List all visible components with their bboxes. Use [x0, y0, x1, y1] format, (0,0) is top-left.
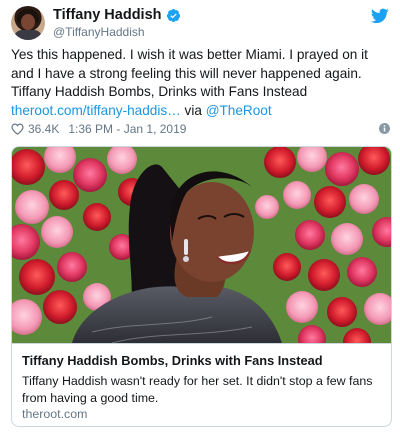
heart-icon[interactable] [11, 123, 24, 135]
tweet-header: Tiffany Haddish @TiffanyHaddish [11, 6, 391, 40]
author-display-name[interactable]: Tiffany Haddish [53, 7, 162, 23]
info-icon[interactable] [379, 123, 390, 134]
card-body[interactable]: Tiffany Haddish Bombs, Drinks with Fans … [12, 343, 391, 426]
like-count[interactable]: 36.4K [28, 122, 59, 136]
tweet-meta: 36.4K 1:36 PM - Jan 1, 2019 [11, 121, 390, 137]
photo-woman-flower-wall-icon [12, 147, 391, 343]
author-avatar[interactable] [11, 6, 45, 40]
card-domain: theroot.com [22, 407, 88, 421]
card-description: Tiffany Haddish wasn't ready for her set… [22, 374, 373, 405]
card-title[interactable]: Tiffany Haddish Bombs, Drinks with Fans … [22, 353, 323, 368]
author-name-row: Tiffany Haddish [53, 7, 181, 23]
tweet-body-text: Yes this happened. I wish it was better … [11, 47, 368, 99]
twitter-bird-icon[interactable] [371, 8, 389, 24]
article-link[interactable]: theroot.com/tiffany-haddis… [11, 103, 181, 118]
card-image[interactable] [12, 147, 391, 343]
verified-badge-icon [166, 8, 180, 22]
link-preview-card[interactable]: Tiffany Haddish Bombs, Drinks with Fans … [11, 146, 392, 427]
author-handle[interactable]: @TiffanyHaddish [53, 25, 145, 39]
mention-theroot[interactable]: @TheRoot [206, 103, 272, 118]
via-text: via [180, 102, 206, 118]
tweet-timestamp[interactable]: 1:36 PM - Jan 1, 2019 [68, 122, 186, 136]
tweet-text: Yes this happened. I wish it was better … [11, 46, 394, 120]
embedded-tweet: Tiffany Haddish @TiffanyHaddish Yes this… [0, 0, 400, 432]
